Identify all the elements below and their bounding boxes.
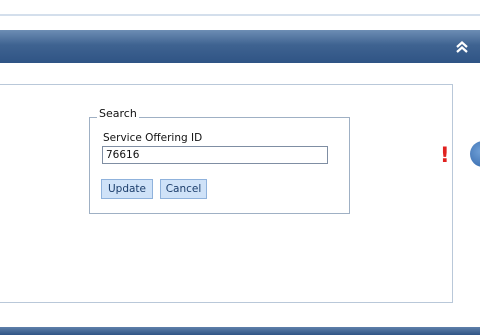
- service-offering-id-input[interactable]: [102, 146, 328, 164]
- cancel-button[interactable]: Cancel: [160, 179, 207, 199]
- collapse-double-chevron-up-icon[interactable]: [454, 39, 470, 55]
- search-legend: Search: [97, 106, 139, 122]
- alert-exclamation-icon: !: [440, 143, 450, 167]
- section-header-bar: [0, 30, 480, 63]
- top-divider: [0, 14, 480, 16]
- bottom-section-header-bar: [0, 327, 480, 335]
- service-offering-id-label: Service Offering ID: [103, 132, 203, 144]
- update-button[interactable]: Update: [101, 179, 153, 199]
- circular-arrow-button-icon[interactable]: [470, 141, 480, 167]
